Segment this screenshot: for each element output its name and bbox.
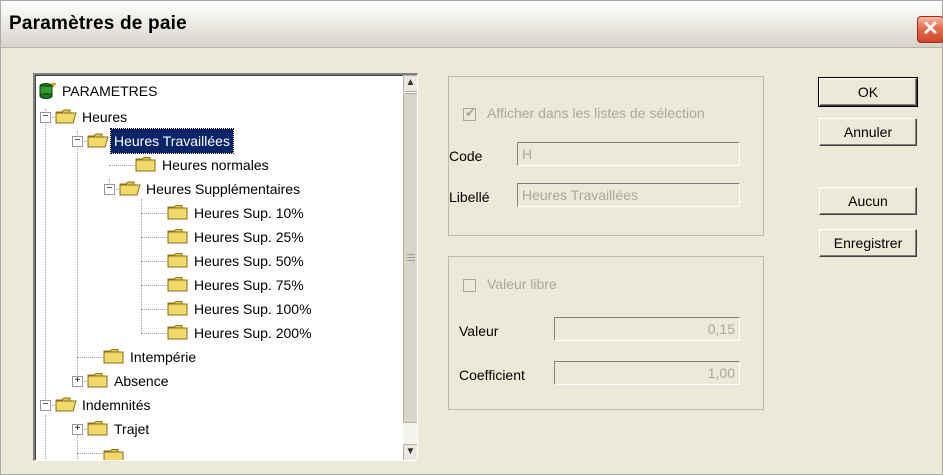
title-bar: Paramètres de paie ✕ — [1, 1, 943, 48]
tree-node-label: Heures Sup. 200% — [194, 325, 312, 341]
folder-icon — [87, 421, 108, 436]
scroll-thumb[interactable] — [403, 93, 417, 423]
libelle-field[interactable]: Heures Travaillées — [517, 183, 740, 207]
tree-node-label: PARAMETRES — [62, 83, 158, 99]
tree-content: PARAMETRES − Heures − Heures Travaillées… — [35, 75, 403, 460]
parameters-tree[interactable]: PARAMETRES − Heures − Heures Travaillées… — [33, 73, 418, 461]
collapse-icon[interactable]: − — [104, 184, 115, 195]
folder-icon — [103, 449, 124, 460]
free-value-label: Valeur libre — [487, 276, 557, 292]
folder-icon — [167, 277, 188, 292]
folder-icon — [167, 301, 188, 316]
tree-node-label: Heures Supplémentaires — [146, 181, 301, 197]
scroll-down-button[interactable]: ▼ — [403, 444, 417, 460]
folder-icon — [167, 205, 188, 220]
open-folder-icon — [55, 109, 77, 124]
collapse-icon[interactable]: − — [40, 112, 51, 123]
checkmark-icon: ✔ — [465, 105, 476, 120]
tree-node-label: Heures Sup. 10% — [194, 205, 304, 221]
window-title: Paramètres de paie — [9, 13, 187, 34]
tree-node-label: Heures Sup. 100% — [194, 301, 312, 317]
none-button[interactable]: Aucun — [819, 187, 917, 215]
value-group: Valeur libre Valeur 0,15 Coefficient 1,0… — [448, 256, 764, 410]
save-button[interactable]: Enregistrer — [819, 229, 917, 257]
tree-node-label: Heures — [82, 109, 128, 125]
folder-icon — [167, 325, 188, 340]
tree-node-label: Absence — [114, 373, 169, 389]
tree-node-label: Heures normales — [162, 157, 269, 173]
folder-icon — [87, 373, 108, 388]
folder-icon — [103, 349, 124, 364]
tree-node-label: Heures Sup. 50% — [194, 253, 304, 269]
close-icon: ✕ — [922, 18, 939, 40]
free-value-checkbox[interactable] — [463, 279, 476, 292]
scroll-up-button[interactable]: ▲ — [403, 75, 417, 92]
show-in-lists-checkbox[interactable]: ✔ — [463, 105, 476, 121]
collapse-icon[interactable]: − — [72, 136, 83, 147]
tree-node-label: Heures Sup. 25% — [194, 229, 304, 245]
tree-node-label: Indemnités — [82, 397, 151, 413]
payroll-parameters-dialog: Paramètres de paie ✕ PARAMETRES − Heures… — [0, 0, 943, 475]
code-label: Code — [449, 148, 483, 164]
database-icon — [39, 83, 56, 99]
show-in-lists-label: Afficher dans les listes de sélection — [487, 105, 705, 121]
folder-icon — [167, 253, 188, 268]
tree-node-label: Heures Sup. 75% — [194, 277, 304, 293]
chevron-down-icon: ▼ — [405, 446, 416, 457]
cancel-button[interactable]: Annuler — [819, 118, 917, 146]
details-group: ✔ Afficher dans les listes de sélection … — [448, 76, 764, 236]
tree-node-label: Heures Travaillées — [110, 128, 234, 154]
tree-node-label: Trajet — [114, 421, 150, 437]
libelle-label: Libellé — [449, 189, 490, 205]
valeur-field[interactable]: 0,15 — [554, 317, 740, 341]
collapse-icon[interactable]: − — [40, 400, 51, 411]
chevron-up-icon: ▲ — [405, 77, 416, 88]
open-folder-icon — [87, 133, 109, 148]
open-folder-icon — [55, 397, 77, 412]
folder-icon — [167, 229, 188, 244]
coefficient-field[interactable]: 1,00 — [554, 361, 740, 385]
code-field[interactable]: H — [517, 142, 740, 166]
valeur-label: Valeur — [459, 323, 499, 339]
ok-button[interactable]: OK — [818, 77, 918, 107]
expand-icon[interactable]: + — [72, 376, 83, 387]
coefficient-label: Coefficient — [459, 367, 525, 383]
tree-node-label: Intempérie — [130, 349, 197, 365]
close-button[interactable]: ✕ — [917, 16, 943, 43]
tree-scrollbar[interactable]: ▲ ▼ — [403, 75, 417, 460]
open-folder-icon — [119, 181, 141, 196]
folder-icon — [135, 157, 156, 172]
expand-icon[interactable]: + — [72, 424, 83, 435]
